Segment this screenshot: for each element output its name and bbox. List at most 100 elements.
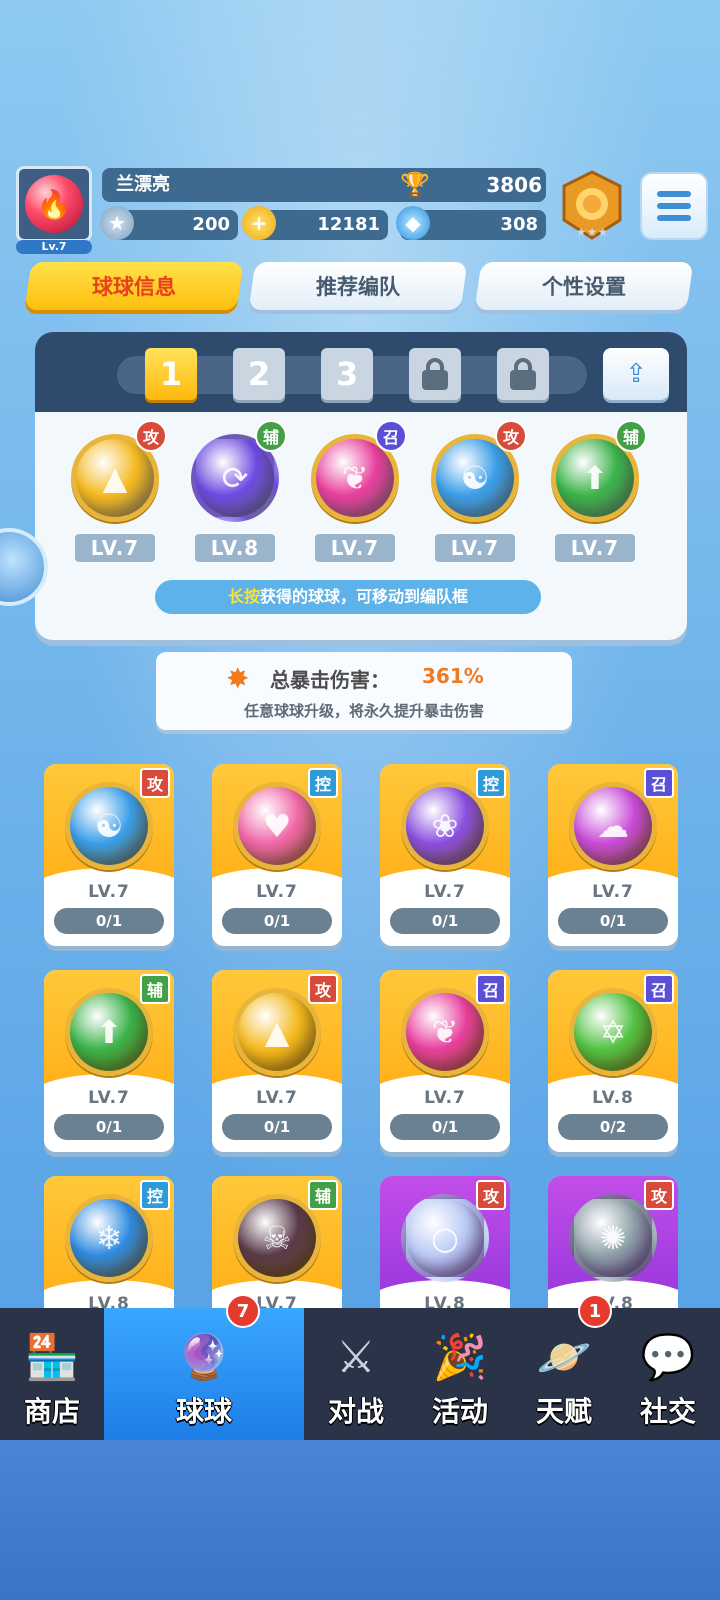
role-tag: 控 [308,768,338,798]
crit-label: 总暴击伤害： [270,668,390,692]
player-level-badge: Lv.7 [16,240,92,254]
ball-level: LV.7 [88,882,130,902]
nav-label: 商店 [23,1395,80,1428]
team-ball-slot[interactable]: ▲ 攻 LV.7 [63,420,167,570]
ball-card[interactable]: ⬆ 辅 LV.7 0/1 [44,970,174,1152]
ball-level: LV.8 [195,534,275,562]
ball-card[interactable]: ❦ 召 LV.7 0/1 [380,970,510,1152]
ball-level: LV.7 [315,534,395,562]
nav-item-talent-orb[interactable]: 🪐 天赋 1 [512,1294,616,1440]
role-tag: 召 [644,974,674,1004]
upgrade-progress: 0/1 [390,908,500,934]
coin-add-icon[interactable]: + [242,206,276,240]
menu-line [657,191,691,197]
team-slot-bar: 1 2 3 ⇪ [35,332,687,412]
nav-item-balls[interactable]: 🔮 球球 7 [104,1294,304,1440]
ball-level: LV.7 [256,1088,298,1108]
ball-card[interactable]: ▲ 攻 LV.7 0/1 [212,970,342,1152]
rank-medal-icon[interactable]: ★★★ [560,170,624,242]
share-icon[interactable]: ⇪ [603,348,669,400]
upgrade-progress: 0/1 [222,908,332,934]
tab-personal-settings-label: 个性设置 [542,275,626,299]
nav-label: 天赋 [535,1395,592,1428]
ball-card[interactable]: ♥ 控 LV.7 0/1 [212,764,342,946]
lock-body [510,370,536,390]
talent-orb-icon: 🪐 [536,1332,592,1383]
role-tag: 攻 [135,420,167,452]
role-tag: 召 [375,420,407,452]
upgrade-progress: 0/2 [558,1114,668,1140]
ball-card[interactable]: ❀ 控 LV.7 0/1 [380,764,510,946]
role-tag: 辅 [308,1180,338,1210]
team-ball-slot[interactable]: ☯ 攻 LV.7 [423,420,527,570]
fire-ball-icon: 🔥 [25,175,83,233]
hint-highlight: 长按 [227,587,260,606]
upgrade-progress: 0/1 [54,908,164,934]
gem-add-icon[interactable]: ◆ [396,206,430,240]
role-tag: 辅 [615,420,647,452]
tab-personal-settings[interactable]: 个性设置 [474,262,694,310]
role-tag: 攻 [140,768,170,798]
ball-card[interactable]: ☯ 攻 LV.7 0/1 [44,764,174,946]
role-tag: 召 [476,974,506,1004]
ball-level: LV.7 [256,882,298,902]
tab-ball-info[interactable]: 球球信息 [24,262,244,310]
nav-item-shop[interactable]: 🏪 商店 [0,1308,104,1440]
ball-level: LV.7 [424,1088,466,1108]
nav-item-party-popper[interactable]: 🎉 活动 [408,1308,512,1440]
nav-label: 社交 [639,1395,696,1428]
ball-level: LV.8 [592,1088,634,1108]
role-tag: 辅 [140,974,170,1004]
balls-icon: 🔮 [176,1332,232,1383]
team-slot-1[interactable]: 1 [145,348,197,400]
team-slot-2[interactable]: 2 [233,348,285,400]
nav-item-social-chat[interactable]: 💬 社交 [616,1308,720,1440]
role-tag: 攻 [644,1180,674,1210]
nav-label: 活动 [431,1395,488,1428]
nav-label: 对战 [327,1395,384,1428]
team-ball-slot[interactable]: ⬆ 辅 LV.7 [543,420,647,570]
ball-level: LV.7 [75,534,155,562]
team-ball-slot[interactable]: ⟳ 辅 LV.8 [183,420,287,570]
svg-text:★★★: ★★★ [576,225,608,239]
team-slot-locked-4[interactable] [409,348,461,400]
trophy-count: 3806 [486,173,542,197]
crit-burst-icon: ✸ [226,662,250,695]
crit-damage-panel: ✸ 总暴击伤害： 361% 任意球球升级，将永久提升暴击伤害 [156,652,572,730]
nav-item-crossed-swords[interactable]: ⚔ 对战 [304,1308,408,1440]
ball-level: LV.7 [555,534,635,562]
shop-icon: 🏪 [24,1332,80,1383]
ball-level: LV.7 [88,1088,130,1108]
role-tag: 攻 [495,420,527,452]
menu-button[interactable] [640,172,708,240]
ball-card[interactable]: ✡ 召 LV.8 0/2 [548,970,678,1152]
team-slot-3[interactable]: 3 [321,348,373,400]
hint-text: 获得的球球，可移动到编队框 [260,587,469,606]
notification-badge: 7 [226,1294,260,1328]
tab-recommended-team-label: 推荐编队 [316,275,400,299]
team-slot-locked-5[interactable] [497,348,549,400]
ball-level: LV.7 [435,534,515,562]
long-press-hint: 长按获得的球球，可移动到编队框 [155,580,541,614]
tab-recommended-team[interactable]: 推荐编队 [248,262,468,310]
role-tag: 召 [644,768,674,798]
role-tag: 攻 [308,974,338,1004]
lock-body [422,370,448,390]
ball-level: LV.7 [592,882,634,902]
ball-card[interactable]: ☁ 召 LV.7 0/1 [548,764,678,946]
menu-line [657,215,691,221]
upgrade-progress: 0/1 [558,908,668,934]
role-tag: 控 [476,768,506,798]
tab-ball-info-label: 球球信息 [92,275,176,299]
upgrade-progress: 0/1 [54,1114,164,1140]
upgrade-progress: 0/1 [390,1114,500,1140]
player-avatar[interactable]: 🔥 [16,166,92,242]
role-tag: 攻 [476,1180,506,1210]
crossed-swords-icon: ⚔ [336,1331,376,1383]
team-ball-slot[interactable]: ❦ 召 LV.7 [303,420,407,570]
star-add-icon[interactable]: ★ [100,206,134,240]
party-popper-icon: 🎉 [432,1332,488,1383]
role-tag: 辅 [255,420,287,452]
notification-badge: 1 [578,1294,612,1328]
bottom-nav: 🏪 商店 🔮 球球 7 ⚔ 对战 🎉 活动 🪐 天赋 1 💬 社交 [0,1294,720,1440]
